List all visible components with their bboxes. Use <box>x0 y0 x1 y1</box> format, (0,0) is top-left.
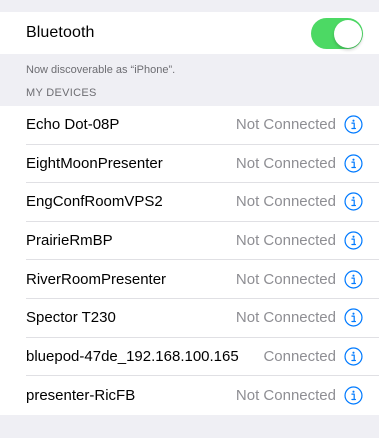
top-spacer <box>0 0 379 12</box>
device-status: Not Connected <box>235 270 336 288</box>
device-row[interactable]: EngConfRoomVPS2 Not Connected <box>26 183 379 222</box>
my-devices-header: MY DEVICES <box>26 87 97 99</box>
info-circle-icon[interactable] <box>344 154 363 173</box>
device-name: bluepod-47de_192.168.100.165 <box>26 347 239 365</box>
device-row[interactable]: RiverRoomPresenter Not Connected <box>26 260 379 299</box>
device-name: RiverRoomPresenter <box>26 270 167 288</box>
device-right-group: Not Connected <box>236 231 363 250</box>
device-name: Echo Dot-08P <box>26 116 120 134</box>
device-right-group: Not Connected <box>236 270 363 289</box>
bluetooth-settings-screen: Bluetooth Now discoverable as “iPhone”. … <box>0 0 379 438</box>
info-circle-icon[interactable] <box>344 270 363 289</box>
device-right-group: Connected <box>263 347 363 366</box>
device-status: Not Connected <box>235 309 336 327</box>
device-row[interactable]: Echo Dot-08P Not Connected <box>26 106 379 145</box>
info-circle-icon[interactable] <box>344 192 363 212</box>
device-status: Not Connected <box>235 154 336 172</box>
device-right-group: Not Connected <box>235 192 363 212</box>
bottom-spacer <box>0 415 379 425</box>
device-row[interactable]: EightMoonPresenter Not Connected <box>26 145 379 184</box>
toggle-knob <box>333 19 362 48</box>
device-status: Not Connected <box>235 193 336 211</box>
device-name: EightMoonPresenter <box>26 154 163 172</box>
device-list: Echo Dot-08P Not Connected EightMoonPres… <box>0 106 379 415</box>
device-row[interactable]: presenter-RicFB Not Connected <box>26 376 379 415</box>
device-name: PrairieRmBP <box>26 232 113 250</box>
info-circle-icon[interactable] <box>344 231 363 250</box>
info-circle-icon[interactable] <box>344 115 363 134</box>
device-right-group: Not Connected <box>236 115 363 134</box>
device-right-group: Not Connected <box>236 386 363 405</box>
device-status: Not Connected <box>235 116 336 134</box>
device-status: Not Connected <box>235 386 336 404</box>
device-name: EngConfRoomVPS2 <box>26 193 163 211</box>
device-name: presenter-RicFB <box>26 386 136 404</box>
bluetooth-row: Bluetooth <box>0 12 379 54</box>
device-name: Spector T230 <box>26 309 116 327</box>
device-row[interactable]: PrairieRmBP Not Connected <box>26 222 379 261</box>
device-row[interactable]: bluepod-47de_192.168.100.165 Connected <box>26 338 379 377</box>
info-circle-icon[interactable] <box>344 386 363 405</box>
bluetooth-toggle[interactable] <box>311 18 363 49</box>
info-circle-icon[interactable] <box>344 347 363 366</box>
device-status: Not Connected <box>235 232 336 250</box>
device-row[interactable]: Spector T230 Not Connected <box>26 299 379 338</box>
device-status: Connected <box>263 347 336 365</box>
info-circle-icon[interactable] <box>344 308 363 327</box>
device-right-group: Not Connected <box>236 308 363 327</box>
discoverable-note: Now discoverable as “iPhone”. <box>26 64 176 76</box>
device-right-group: Not Connected <box>236 154 363 173</box>
bluetooth-label: Bluetooth <box>26 24 95 41</box>
